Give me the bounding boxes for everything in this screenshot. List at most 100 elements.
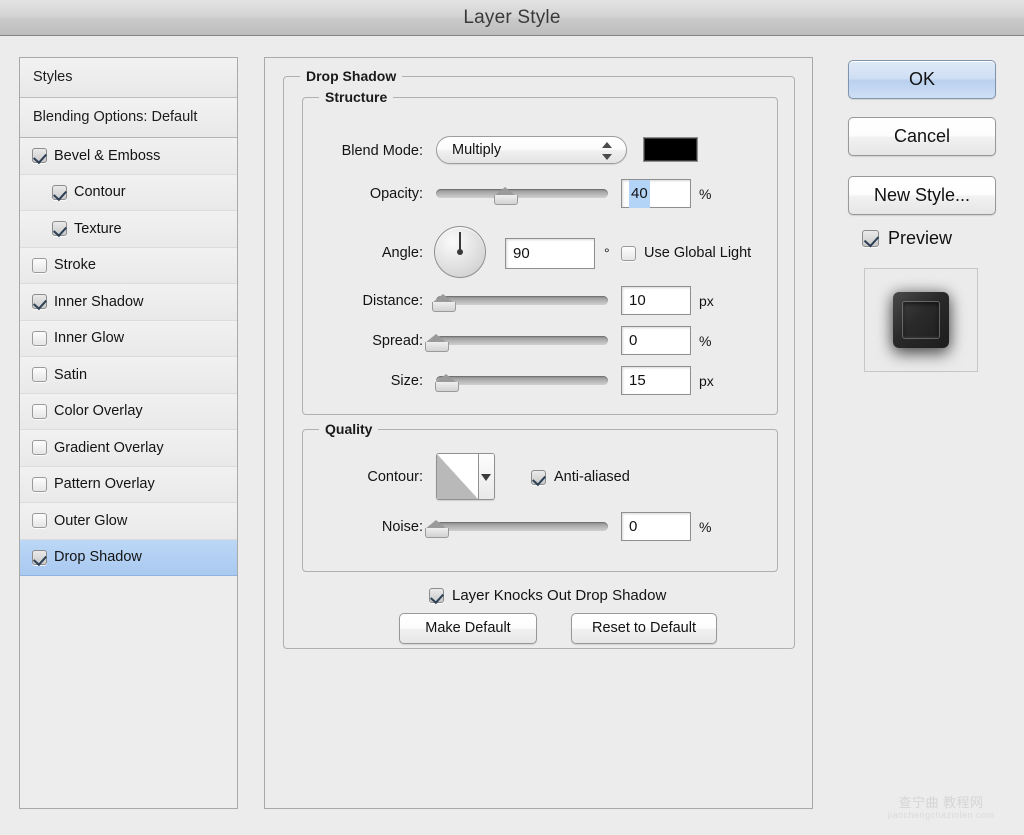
- sidebar-item-satin[interactable]: Satin: [20, 357, 237, 394]
- checkbox-icon: [531, 469, 546, 485]
- drop-shadow-group-title: Drop Shadow: [300, 68, 403, 84]
- distance-input[interactable]: 10: [621, 286, 691, 315]
- sidebar-item-color-overlay[interactable]: Color Overlay: [20, 393, 237, 430]
- styles-sidebar: Styles Blending Options: Default Bevel &…: [19, 57, 238, 809]
- checkbox-icon[interactable]: [32, 549, 47, 565]
- checkbox-icon[interactable]: [32, 476, 47, 492]
- preview-shape: [893, 292, 949, 348]
- checkbox-icon[interactable]: [32, 330, 47, 346]
- sidebar-item-blending-options[interactable]: Blending Options: Default: [20, 98, 237, 138]
- spread-label: Spread:: [372, 333, 423, 349]
- anti-aliased-label: Anti-aliased: [554, 469, 630, 485]
- sidebar-item-styles[interactable]: Styles: [20, 58, 237, 98]
- distance-slider[interactable]: [431, 291, 608, 312]
- distance-slider-thumb[interactable]: [431, 294, 456, 312]
- sidebar-item-label: Inner Shadow: [54, 293, 144, 310]
- blend-mode-value: Multiply: [452, 142, 502, 158]
- sidebar-item-label: Color Overlay: [54, 403, 143, 420]
- checkbox-icon[interactable]: [32, 148, 47, 164]
- spread-slider[interactable]: [425, 331, 608, 352]
- make-default-button[interactable]: Make Default: [399, 613, 537, 644]
- noise-slider-thumb[interactable]: [425, 520, 449, 538]
- angle-value: 90: [513, 245, 530, 262]
- opacity-slider[interactable]: [436, 184, 608, 205]
- use-global-light-checkbox[interactable]: Use Global Light: [621, 238, 751, 268]
- structure-group: Structure Blend Mode: Multiply Opacity:: [302, 89, 778, 415]
- layer-style-dialog: Layer Style Styles Blending Options: Def…: [0, 0, 1024, 835]
- sidebar-item-texture[interactable]: Texture: [20, 211, 237, 248]
- ok-button[interactable]: OK: [848, 60, 996, 99]
- reset-to-default-button[interactable]: Reset to Default: [571, 613, 717, 644]
- sidebar-item-pattern-overlay[interactable]: Pattern Overlay: [20, 466, 237, 503]
- size-slider-thumb[interactable]: [435, 374, 460, 392]
- blend-mode-select[interactable]: Multiply: [436, 136, 627, 164]
- spread-slider-track: [436, 336, 608, 345]
- angle-dial[interactable]: [434, 226, 486, 278]
- sidebar-item-inner-glow[interactable]: Inner Glow: [20, 320, 237, 357]
- watermark-line2: jiaochengchaziolen com: [887, 810, 995, 820]
- preview-checkbox[interactable]: Preview: [862, 228, 952, 249]
- spread-unit: %: [699, 333, 712, 349]
- contour-preset-select[interactable]: [436, 453, 495, 500]
- sidebar-item-contour[interactable]: Contour: [20, 174, 237, 211]
- noise-slider[interactable]: [425, 517, 608, 538]
- spread-input[interactable]: 0: [621, 326, 691, 355]
- checkbox-icon[interactable]: [32, 367, 47, 383]
- sidebar-item-label: Stroke: [54, 257, 96, 274]
- sidebar-item-label: Contour: [74, 184, 126, 201]
- opacity-unit: %: [699, 186, 712, 202]
- style-preview-thumbnail: [864, 268, 978, 372]
- sidebar-item-outer-glow[interactable]: Outer Glow: [20, 503, 237, 540]
- opacity-value: 40: [629, 180, 650, 208]
- sidebar-item-bevel-emboss[interactable]: Bevel & Emboss: [20, 138, 237, 175]
- size-slider-track: [436, 376, 608, 385]
- ok-label: OK: [908, 69, 935, 89]
- sidebar-item-label: Drop Shadow: [54, 549, 142, 566]
- anti-aliased-checkbox[interactable]: Anti-aliased: [531, 462, 630, 492]
- cancel-label: Cancel: [893, 126, 951, 146]
- sidebar-item-stroke[interactable]: Stroke: [20, 247, 237, 284]
- sidebar-item-label: Satin: [54, 366, 88, 383]
- sidebar-item-gradient-overlay[interactable]: Gradient Overlay: [20, 430, 237, 467]
- chevron-updown-icon: [602, 142, 613, 160]
- sidebar-blending-label: Blending Options: Default: [33, 109, 198, 125]
- size-slider[interactable]: [435, 371, 608, 392]
- size-input[interactable]: 15: [621, 366, 691, 395]
- checkbox-icon[interactable]: [32, 440, 47, 456]
- quality-group-title: Quality: [319, 421, 379, 437]
- spread-slider-thumb[interactable]: [425, 334, 449, 352]
- blend-mode-label: Blend Mode:: [341, 143, 423, 159]
- noise-input[interactable]: 0: [621, 512, 691, 541]
- checkbox-icon[interactable]: [32, 403, 47, 419]
- title-bar: Layer Style: [0, 0, 1024, 36]
- sidebar-item-drop-shadow[interactable]: Drop Shadow: [20, 539, 237, 576]
- checkbox-icon[interactable]: [32, 257, 47, 273]
- new-style-button[interactable]: New Style...: [848, 176, 996, 215]
- distance-label: Distance:: [362, 293, 423, 309]
- checkbox-icon[interactable]: [52, 184, 67, 200]
- sidebar-item-label: Pattern Overlay: [54, 476, 155, 493]
- checkbox-icon[interactable]: [32, 513, 47, 529]
- chevron-down-icon[interactable]: [477, 454, 494, 499]
- checkbox-icon: [862, 230, 879, 247]
- size-label: Size:: [390, 373, 423, 389]
- cancel-button[interactable]: Cancel: [848, 117, 996, 156]
- opacity-label: Opacity:: [369, 186, 423, 202]
- quality-group: Quality Contour: Anti-aliased Noise: 0 %: [302, 421, 778, 572]
- opacity-slider-thumb[interactable]: [493, 187, 518, 205]
- spread-value: 0: [629, 332, 638, 349]
- distance-value: 10: [629, 292, 646, 309]
- layer-knocks-out-label: Layer Knocks Out Drop Shadow: [452, 586, 667, 604]
- shadow-color-swatch[interactable]: [643, 137, 698, 162]
- sidebar-item-inner-shadow[interactable]: Inner Shadow: [20, 284, 237, 321]
- drop-shadow-group: Drop Shadow Structure Blend Mode: Multip…: [283, 68, 795, 649]
- layer-knocks-out-checkbox[interactable]: Layer Knocks Out Drop Shadow: [429, 580, 666, 610]
- checkbox-icon[interactable]: [32, 294, 47, 310]
- checkbox-icon[interactable]: [52, 221, 67, 237]
- sidebar-item-label: Bevel & Emboss: [54, 147, 161, 164]
- noise-label: Noise:: [381, 519, 423, 535]
- angle-input[interactable]: 90: [505, 238, 595, 269]
- window-title: Layer Style: [463, 7, 561, 28]
- reset-to-default-label: Reset to Default: [592, 620, 696, 636]
- opacity-input[interactable]: 40: [621, 179, 691, 208]
